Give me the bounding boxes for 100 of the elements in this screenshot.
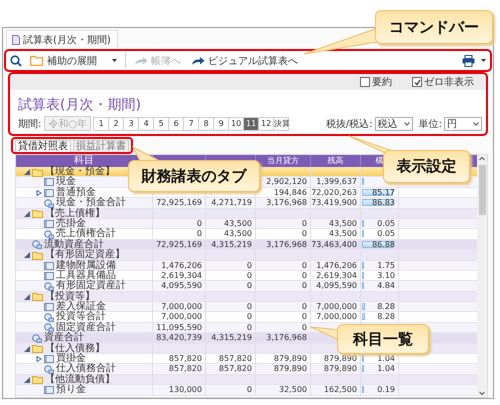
- amount-cell: 4,095,590: [316, 281, 357, 290]
- tax-dropdown[interactable]: 税込: [374, 116, 413, 130]
- amount-cell: 4,315,219: [211, 240, 252, 249]
- amount-cell: 1,476,206: [316, 260, 357, 270]
- month-button[interactable]: 9: [213, 116, 230, 130]
- account-name: 【投資等】: [45, 292, 95, 302]
- tree-group-row[interactable]: 【有形固定資産】: [16, 250, 477, 261]
- scroll-down-icon[interactable]: [478, 389, 486, 397]
- account-name: 【仕入債務】: [45, 344, 105, 354]
- amount-cell: 7,000,000: [316, 312, 357, 322]
- expand-button[interactable]: 補助の展開: [28, 54, 119, 68]
- month-button[interactable]: 8: [198, 116, 214, 130]
- account-name: 有形固定資産計: [56, 281, 126, 292]
- expanded-arrow-icon[interactable]: [24, 346, 30, 352]
- ledger-icon: [44, 220, 54, 228]
- ledger-icon: [44, 355, 54, 364]
- table-row[interactable]: 有形固定資産計 4,095,590 0 0 4,095,590 4.84: [16, 281, 477, 292]
- amount-cell: 3,176,968: [266, 198, 307, 208]
- table-row[interactable]: 預り金 130,000 0 32,500 162,500 0.19: [16, 385, 477, 396]
- ledger-icon: [44, 272, 54, 280]
- amount-cell: 1,476,206: [161, 260, 202, 270]
- scroll-up-icon[interactable]: [478, 155, 486, 163]
- table-row[interactable]: 仕入債務合計 857,820 857,820 879,890 879,890 1.04: [16, 364, 477, 375]
- ratio-cell: 8.28: [377, 312, 395, 322]
- month-button[interactable]: 3: [123, 116, 140, 130]
- collapsed-arrow-icon[interactable]: [36, 190, 42, 196]
- ratio-cell: 8.28: [377, 302, 395, 312]
- expanded-arrow-icon[interactable]: [24, 210, 30, 217]
- document-tab[interactable]: 試算表(月次・期間): [6, 30, 118, 48]
- amount-cell: 7,000,000: [161, 302, 202, 312]
- month-button[interactable]: 2: [108, 116, 124, 130]
- account-name: 現金・預金合計: [56, 198, 126, 208]
- amount-cell: 0: [196, 229, 202, 238]
- checkbox[interactable]: [360, 77, 370, 87]
- account-name: 【売上債権】: [45, 208, 105, 219]
- account-name: 売掛金: [56, 218, 86, 229]
- statement-tab[interactable]: 損益計算書: [73, 140, 129, 152]
- amount-cell: 0: [302, 322, 307, 332]
- month-button[interactable]: 6: [168, 116, 184, 130]
- amount-cell: 0: [246, 385, 252, 394]
- amount-cell: 879,890: [274, 354, 307, 364]
- tax-label: 税抜/税込:: [326, 118, 373, 130]
- amount-cell: 857,820: [218, 364, 252, 374]
- expanded-arrow-icon[interactable]: [24, 169, 30, 175]
- column-header: 構: [376, 156, 384, 165]
- account-name: 現金: [56, 177, 76, 188]
- month-button[interactable]: 決算: [273, 116, 290, 130]
- unit-dropdown[interactable]: 円: [444, 116, 482, 130]
- ratio-cell: 1.75: [377, 260, 395, 270]
- expanded-arrow-icon[interactable]: [24, 294, 30, 300]
- ratio-cell: 1.04: [377, 364, 395, 374]
- month-button[interactable]: 10: [228, 116, 244, 130]
- document-icon: [12, 34, 20, 44]
- amount-cell: 0: [302, 302, 307, 312]
- month-button[interactable]: 7: [183, 116, 200, 130]
- search-icon[interactable]: [10, 54, 22, 66]
- table-row[interactable]: 投資等合計 7,000,000 0 0 7,000,000 8.28: [16, 312, 477, 323]
- amount-cell: 0: [246, 322, 252, 332]
- period-label: 期間:: [18, 118, 42, 130]
- account-name: 工具器具備品: [56, 270, 116, 281]
- amount-cell: 2,619,304: [316, 270, 357, 280]
- callout-tooltip: 表示設定: [383, 150, 470, 183]
- column-header: 科目: [74, 155, 94, 166]
- table-row[interactable]: 建物附属設備 1,476,206 0 0 1,476,206 1.75: [16, 260, 477, 271]
- statement-tab[interactable]: 貸借対照表: [15, 140, 71, 152]
- month-button[interactable]: 4: [138, 116, 154, 130]
- amount-cell: 0: [302, 260, 307, 270]
- amount-cell: 0: [246, 260, 252, 270]
- month-button[interactable]: 1: [93, 116, 110, 130]
- checkbox[interactable]: [412, 77, 422, 87]
- checkbox-label: 要約: [372, 76, 392, 89]
- amount-cell: 857,820: [168, 354, 202, 364]
- amount-cell: 1,399,637: [316, 177, 357, 186]
- table-row[interactable]: 現金・預金合計 72,925,169 4,271,719 3,176,968 73,419,900 86.83: [16, 198, 477, 209]
- amount-cell: 857,820: [218, 354, 252, 364]
- amount-cell: 72,925,169: [156, 198, 202, 208]
- expanded-arrow-icon[interactable]: [24, 376, 30, 383]
- amount-cell: 32,500: [279, 385, 307, 394]
- caret-icon[interactable]: [481, 59, 486, 62]
- account-name: 仕入債務合計: [56, 364, 116, 374]
- printer-icon[interactable]: [462, 54, 475, 66]
- amount-cell: 857,820: [168, 364, 202, 374]
- tree-group-row[interactable]: 【他流動負債】: [16, 374, 477, 386]
- column-header: 当月貸方: [267, 156, 299, 165]
- table-row[interactable]: 売上債権合計 0 43,500 0 43,500 0.05: [16, 229, 477, 240]
- collapsed-arrow-icon[interactable]: [36, 356, 42, 362]
- amount-cell: 72,020,263: [311, 188, 357, 197]
- link-button[interactable]: ビジュアル試算表へ: [189, 54, 300, 68]
- checkbox-label: ゼロ非表示: [424, 76, 474, 89]
- month-button[interactable]: 5: [153, 116, 170, 130]
- tree-group-row[interactable]: 【売上債権】: [16, 208, 477, 219]
- forward-arrow-icon: [191, 56, 205, 66]
- expanded-arrow-icon[interactable]: [24, 252, 30, 258]
- amount-cell: 0: [246, 281, 252, 290]
- ratio-cell: 86.83: [372, 198, 395, 208]
- month-button[interactable]: 12: [258, 116, 274, 130]
- month-button[interactable]: 11: [243, 116, 260, 130]
- scrollbar[interactable]: [477, 155, 487, 397]
- chevron-icon: [473, 122, 479, 126]
- caret-icon: [112, 59, 117, 62]
